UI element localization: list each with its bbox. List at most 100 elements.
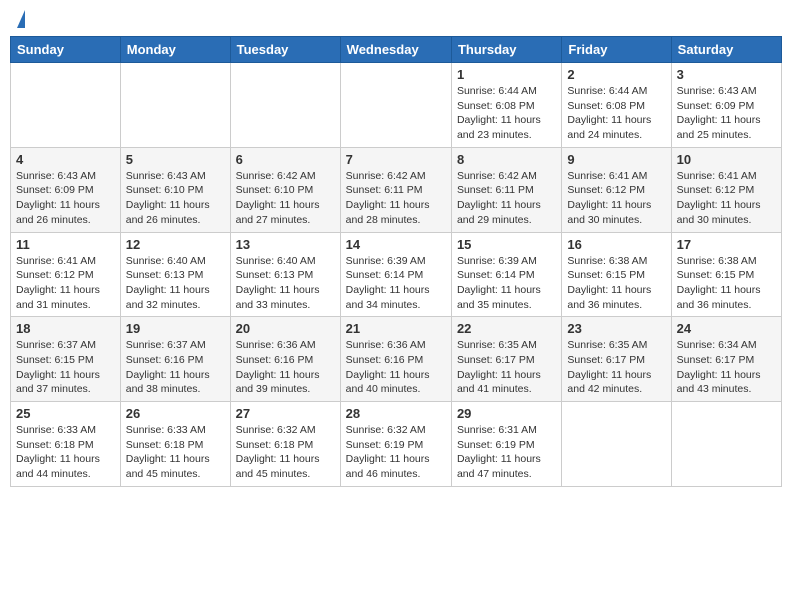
day-number: 29: [457, 406, 556, 421]
weekday-header-friday: Friday: [562, 37, 671, 63]
day-info: Sunrise: 6:39 AMSunset: 6:14 PMDaylight:…: [346, 254, 446, 313]
day-number: 7: [346, 152, 446, 167]
day-info: Sunrise: 6:35 AMSunset: 6:17 PMDaylight:…: [567, 338, 665, 397]
day-number: 13: [236, 237, 335, 252]
day-info: Sunrise: 6:43 AMSunset: 6:10 PMDaylight:…: [126, 169, 225, 228]
calendar-cell: 9 Sunrise: 6:41 AMSunset: 6:12 PMDaylight…: [562, 147, 671, 232]
day-info: Sunrise: 6:42 AMSunset: 6:11 PMDaylight:…: [457, 169, 556, 228]
calendar-cell: 19 Sunrise: 6:37 AMSunset: 6:16 PMDayligh…: [120, 317, 230, 402]
calendar-cell: [120, 63, 230, 148]
calendar-cell: 29 Sunrise: 6:31 AMSunset: 6:19 PMDayligh…: [451, 402, 561, 487]
day-number: 4: [16, 152, 115, 167]
day-number: 19: [126, 321, 225, 336]
weekday-header-sunday: Sunday: [11, 37, 121, 63]
calendar-cell: 24 Sunrise: 6:34 AMSunset: 6:17 PMDayligh…: [671, 317, 781, 402]
day-info: Sunrise: 6:32 AMSunset: 6:18 PMDaylight:…: [236, 423, 335, 482]
calendar-week-1: 1 Sunrise: 6:44 AMSunset: 6:08 PMDaylight…: [11, 63, 782, 148]
calendar-cell: 8 Sunrise: 6:42 AMSunset: 6:11 PMDaylight…: [451, 147, 561, 232]
logo: [14, 10, 25, 28]
day-info: Sunrise: 6:42 AMSunset: 6:10 PMDaylight:…: [236, 169, 335, 228]
day-info: Sunrise: 6:36 AMSunset: 6:16 PMDaylight:…: [346, 338, 446, 397]
calendar-cell: [340, 63, 451, 148]
day-info: Sunrise: 6:39 AMSunset: 6:14 PMDaylight:…: [457, 254, 556, 313]
weekday-header-wednesday: Wednesday: [340, 37, 451, 63]
calendar-cell: 22Sunrise: 6:35 AMSunset: 6:17 PMDayligh…: [451, 317, 561, 402]
day-number: 15: [457, 237, 556, 252]
day-number: 16: [567, 237, 665, 252]
calendar-cell: 16 Sunrise: 6:38 AMSunset: 6:15 PMDayligh…: [562, 232, 671, 317]
day-number: 6: [236, 152, 335, 167]
calendar-cell: 7Sunrise: 6:42 AMSunset: 6:11 PMDaylight…: [340, 147, 451, 232]
day-number: 21: [346, 321, 446, 336]
day-number: 8: [457, 152, 556, 167]
day-info: Sunrise: 6:36 AMSunset: 6:16 PMDaylight:…: [236, 338, 335, 397]
calendar-cell: 12 Sunrise: 6:40 AMSunset: 6:13 PMDayligh…: [120, 232, 230, 317]
calendar-cell: 3Sunrise: 6:43 AMSunset: 6:09 PMDaylight…: [671, 63, 781, 148]
calendar-cell: 15 Sunrise: 6:39 AMSunset: 6:14 PMDayligh…: [451, 232, 561, 317]
day-number: 2: [567, 67, 665, 82]
day-info: Sunrise: 6:40 AMSunset: 6:13 PMDaylight:…: [236, 254, 335, 313]
calendar-cell: 28 Sunrise: 6:32 AMSunset: 6:19 PMDayligh…: [340, 402, 451, 487]
day-info: Sunrise: 6:33 AMSunset: 6:18 PMDaylight:…: [126, 423, 225, 482]
calendar-cell: 17 Sunrise: 6:38 AMSunset: 6:15 PMDayligh…: [671, 232, 781, 317]
day-info: Sunrise: 6:38 AMSunset: 6:15 PMDaylight:…: [677, 254, 776, 313]
calendar-week-4: 18 Sunrise: 6:37 AMSunset: 6:15 PMDayligh…: [11, 317, 782, 402]
calendar-week-3: 11Sunrise: 6:41 AMSunset: 6:12 PMDayligh…: [11, 232, 782, 317]
day-number: 10: [677, 152, 776, 167]
calendar-cell: 25Sunrise: 6:33 AMSunset: 6:18 PMDayligh…: [11, 402, 121, 487]
day-number: 17: [677, 237, 776, 252]
day-number: 5: [126, 152, 225, 167]
day-number: 27: [236, 406, 335, 421]
day-info: Sunrise: 6:41 AMSunset: 6:12 PMDaylight:…: [567, 169, 665, 228]
day-number: 22: [457, 321, 556, 336]
calendar-cell: [11, 63, 121, 148]
day-number: 26: [126, 406, 225, 421]
day-info: Sunrise: 6:44 AMSunset: 6:08 PMDaylight:…: [567, 84, 665, 143]
day-number: 3: [677, 67, 776, 82]
day-number: 11: [16, 237, 115, 252]
calendar-cell: 6 Sunrise: 6:42 AMSunset: 6:10 PMDaylight…: [230, 147, 340, 232]
day-number: 1: [457, 67, 556, 82]
day-info: Sunrise: 6:40 AMSunset: 6:13 PMDaylight:…: [126, 254, 225, 313]
calendar-cell: 4 Sunrise: 6:43 AMSunset: 6:09 PMDaylight…: [11, 147, 121, 232]
weekday-header-thursday: Thursday: [451, 37, 561, 63]
day-info: Sunrise: 6:32 AMSunset: 6:19 PMDaylight:…: [346, 423, 446, 482]
day-info: Sunrise: 6:34 AMSunset: 6:17 PMDaylight:…: [677, 338, 776, 397]
calendar-cell: 14 Sunrise: 6:39 AMSunset: 6:14 PMDayligh…: [340, 232, 451, 317]
day-info: Sunrise: 6:37 AMSunset: 6:15 PMDaylight:…: [16, 338, 115, 397]
day-info: Sunrise: 6:37 AMSunset: 6:16 PMDaylight:…: [126, 338, 225, 397]
day-number: 28: [346, 406, 446, 421]
weekday-header-saturday: Saturday: [671, 37, 781, 63]
calendar-cell: 27 Sunrise: 6:32 AMSunset: 6:18 PMDayligh…: [230, 402, 340, 487]
calendar-cell: 13 Sunrise: 6:40 AMSunset: 6:13 PMDayligh…: [230, 232, 340, 317]
day-number: 25: [16, 406, 115, 421]
day-number: 24: [677, 321, 776, 336]
calendar-cell: 5 Sunrise: 6:43 AMSunset: 6:10 PMDaylight…: [120, 147, 230, 232]
day-number: 12: [126, 237, 225, 252]
day-info: Sunrise: 6:38 AMSunset: 6:15 PMDaylight:…: [567, 254, 665, 313]
calendar-cell: [230, 63, 340, 148]
calendar-week-2: 4 Sunrise: 6:43 AMSunset: 6:09 PMDaylight…: [11, 147, 782, 232]
logo-text: [14, 10, 25, 28]
calendar-cell: 23 Sunrise: 6:35 AMSunset: 6:17 PMDayligh…: [562, 317, 671, 402]
day-number: 18: [16, 321, 115, 336]
day-number: 9: [567, 152, 665, 167]
calendar-cell: 21 Sunrise: 6:36 AMSunset: 6:16 PMDayligh…: [340, 317, 451, 402]
calendar-cell: 20 Sunrise: 6:36 AMSunset: 6:16 PMDayligh…: [230, 317, 340, 402]
day-number: 23: [567, 321, 665, 336]
day-info: Sunrise: 6:31 AMSunset: 6:19 PMDaylight:…: [457, 423, 556, 482]
page-header: [10, 10, 782, 28]
calendar-cell: 10 Sunrise: 6:41 AMSunset: 6:12 PMDayligh…: [671, 147, 781, 232]
calendar-cell: 1Sunrise: 6:44 AMSunset: 6:08 PMDaylight…: [451, 63, 561, 148]
day-info: Sunrise: 6:41 AMSunset: 6:12 PMDaylight:…: [677, 169, 776, 228]
calendar-cell: 18 Sunrise: 6:37 AMSunset: 6:15 PMDayligh…: [11, 317, 121, 402]
calendar-table: SundayMondayTuesdayWednesdayThursdayFrid…: [10, 36, 782, 487]
calendar-cell: 26 Sunrise: 6:33 AMSunset: 6:18 PMDayligh…: [120, 402, 230, 487]
day-number: 14: [346, 237, 446, 252]
logo-icon: [17, 10, 25, 28]
calendar-cell: 11Sunrise: 6:41 AMSunset: 6:12 PMDayligh…: [11, 232, 121, 317]
day-number: 20: [236, 321, 335, 336]
weekday-header-tuesday: Tuesday: [230, 37, 340, 63]
calendar-cell: 2 Sunrise: 6:44 AMSunset: 6:08 PMDaylight…: [562, 63, 671, 148]
day-info: Sunrise: 6:43 AMSunset: 6:09 PMDaylight:…: [16, 169, 115, 228]
